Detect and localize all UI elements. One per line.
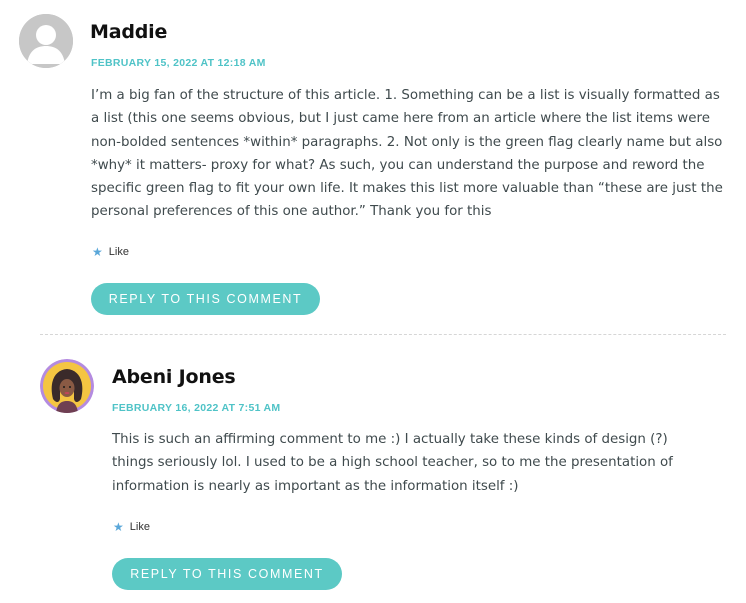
avatar[interactable]	[19, 14, 73, 68]
avatar[interactable]	[40, 359, 94, 413]
reply-button[interactable]: REPLY TO THIS COMMENT	[112, 558, 342, 590]
comment-author[interactable]: Maddie	[90, 21, 167, 43]
illustrated-portrait-icon	[40, 359, 94, 413]
like-label: Like	[108, 246, 129, 258]
star-icon: ★	[113, 520, 124, 534]
comment-text: This is such an affirming comment to me …	[112, 432, 673, 494]
like-button[interactable]: ★ Like	[92, 246, 129, 258]
comment-date[interactable]: FEBRUARY 16, 2022 AT 7:51 AM	[112, 402, 280, 414]
star-icon: ★	[92, 245, 103, 259]
like-label: Like	[129, 521, 150, 533]
reply-button[interactable]: REPLY TO THIS COMMENT	[91, 283, 320, 315]
comment-maddie: Maddie FEBRUARY 15, 2022 AT 12:18 AM I’m…	[0, 0, 746, 330]
comment-date[interactable]: FEBRUARY 15, 2022 AT 12:18 AM	[91, 57, 266, 69]
like-button[interactable]: ★ Like	[113, 521, 150, 533]
comment-text: I’m a big fan of the structure of this a…	[91, 88, 723, 220]
comment-author[interactable]: Abeni Jones	[112, 366, 236, 388]
comment-divider	[40, 334, 726, 335]
default-person-icon	[19, 14, 73, 68]
comment-abeni-jones: Abeni Jones FEBRUARY 16, 2022 AT 7:51 AM…	[0, 340, 746, 603]
